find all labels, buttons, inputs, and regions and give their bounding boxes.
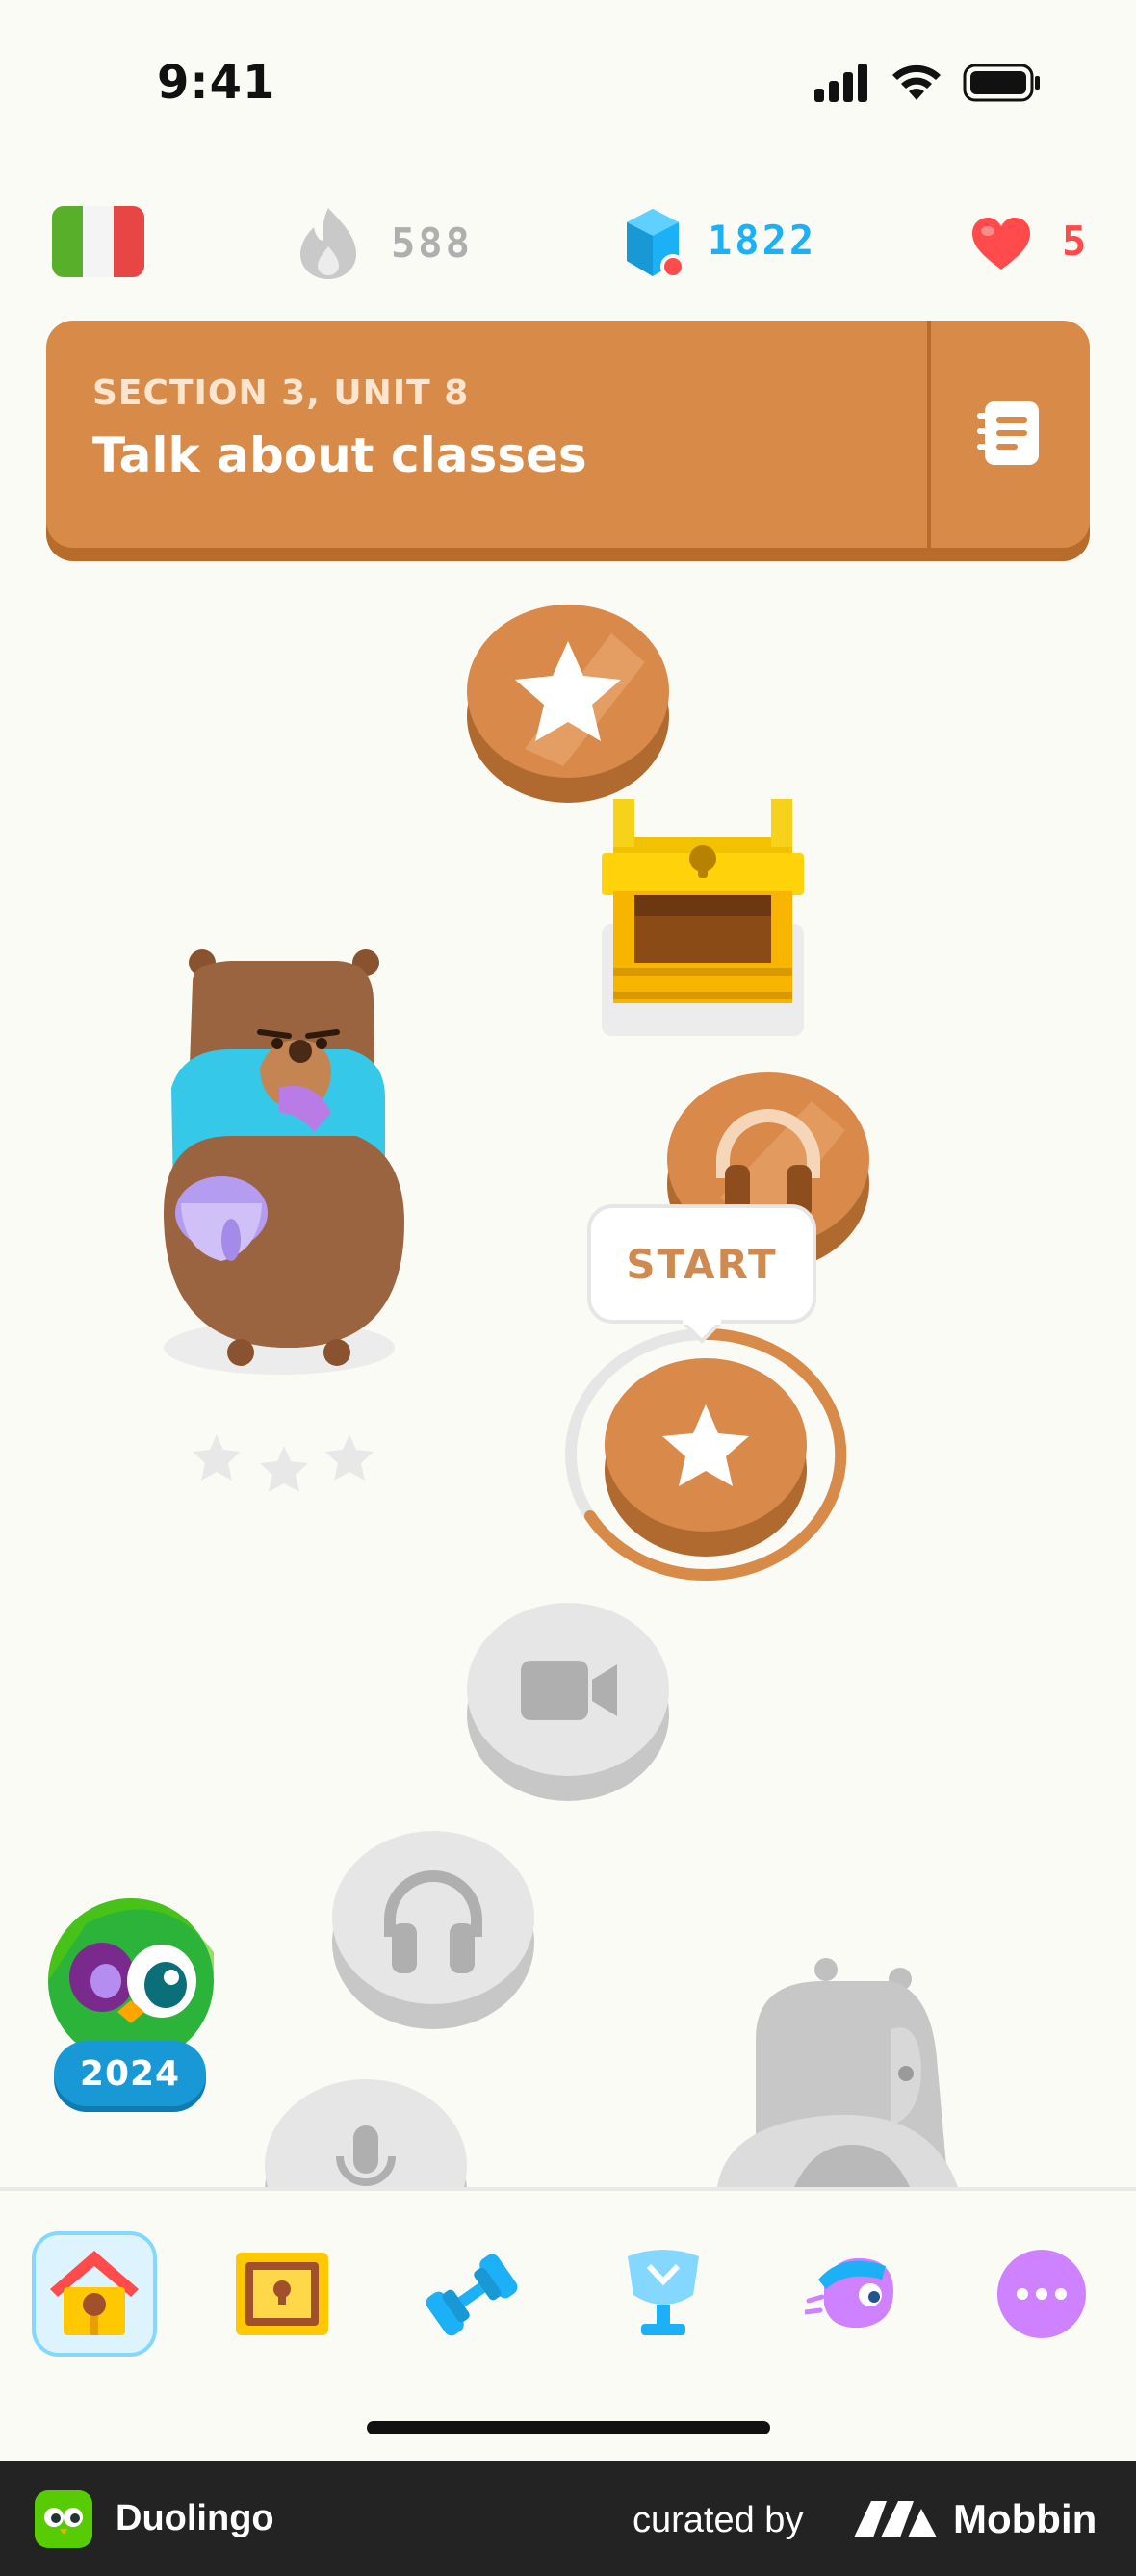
guidebook-button[interactable] [931,321,1090,548]
tab-treasure[interactable] [219,2231,345,2357]
hearts-count: 5 [1062,218,1090,265]
locked-character-illustration [717,1952,968,2187]
status-time: 9:41 [157,56,276,110]
practice-dumbbell-icon [426,2254,518,2336]
lesson-node-listening-locked[interactable] [332,1831,534,2029]
home-icon [50,2251,139,2335]
headphones-icon [384,1870,482,1973]
leaderboard-trophy-icon [628,2250,699,2335]
year-in-review-badge[interactable]: 2024 [48,1894,214,2125]
tooltip-pointer [681,1320,723,1344]
more-icon [997,2250,1086,2338]
mobbin-footer: Duolingo curated by Mobbin [0,2461,1136,2576]
unit-title: Talk about classes [92,427,587,483]
battery-icon [963,64,1042,102]
start-tooltip[interactable]: START [587,1204,816,1324]
lesson-node-star-completed[interactable] [467,605,669,803]
wifi-icon [890,62,943,102]
tab-leaderboards[interactable] [601,2231,726,2357]
tab-home[interactable] [32,2231,157,2357]
footer-brand: Mobbin [953,2496,1097,2541]
streak-flame-icon [300,208,356,279]
streak-count: 588 [391,219,473,267]
tab-more[interactable] [979,2231,1104,2357]
italian-flag-icon [52,206,144,277]
course-flag-button[interactable] [52,206,144,277]
lesson-node-speaking-locked[interactable] [265,2079,467,2187]
gems-counter[interactable]: 1822 [621,207,833,284]
star-icon [515,633,645,766]
home-indicator [367,2421,770,2434]
cellular-signal-icon [814,64,872,102]
heart-icon [972,218,1030,270]
treasure-icon [236,2253,328,2335]
quests-icon [805,2257,893,2329]
lesson-node-star-current[interactable] [605,1358,807,1557]
treasure-chest[interactable] [602,799,804,1036]
footer-curated-by: curated by [633,2500,804,2540]
microphone-icon [336,2125,396,2186]
start-label: START [626,1240,778,1288]
gem-icon [627,209,684,279]
lesson-node-video-locked[interactable] [467,1603,669,1801]
video-camera-icon [521,1661,617,1720]
unit-section-label: SECTION 3, UNIT 8 [92,374,470,413]
bear-character-illustration [125,943,414,1386]
character-rating-stars [188,1425,380,1502]
treasure-chest-icon [602,799,804,1036]
streak-counter[interactable]: 588 [297,204,489,281]
star-icon [662,1404,749,1486]
tab-quests[interactable] [791,2231,917,2357]
year-badge-pill: 2024 [54,2041,206,2106]
footer-app-name: Duolingo [116,2498,274,2538]
mobbin-logo-icon [854,2501,937,2537]
year-badge-label: 2024 [79,2053,181,2094]
unit-banner: SECTION 3, UNIT 8 Talk about classes [46,321,1090,548]
duolingo-app-icon [35,2490,92,2548]
hearts-counter[interactable]: 5 [970,214,1096,281]
guidebook-icon [977,401,1039,465]
gems-count: 1822 [708,217,817,264]
tab-practice[interactable] [409,2231,534,2357]
